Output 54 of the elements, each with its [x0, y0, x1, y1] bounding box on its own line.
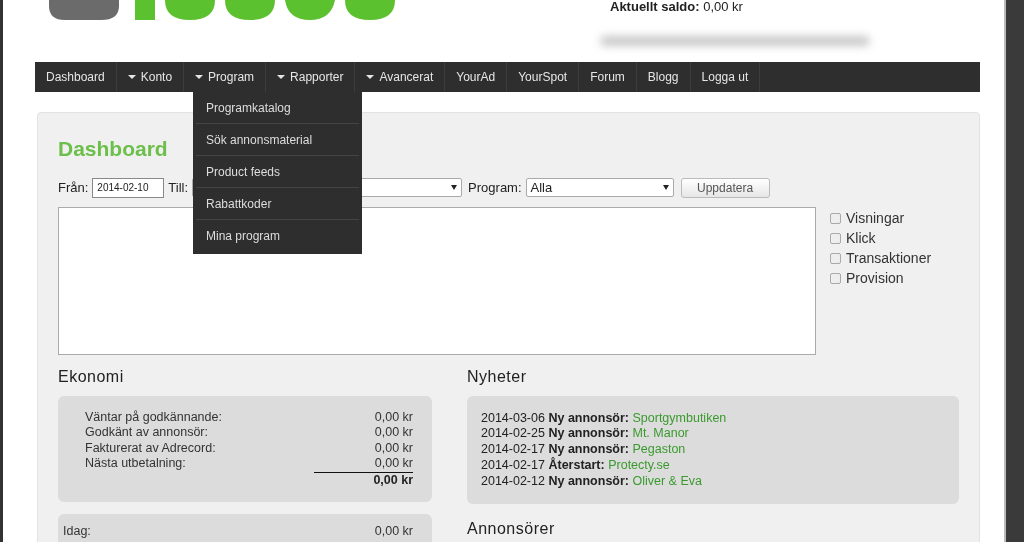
caret-icon: [277, 75, 286, 79]
section-heading: Annonsörer: [467, 519, 556, 538]
from-date-field[interactable]: 2014-02-10: [92, 177, 165, 198]
from-label: Från:: [58, 178, 89, 197]
nav-item[interactable]: Logga ut: [690, 62, 761, 92]
checkbox-label: Transaktioner: [846, 248, 932, 268]
summary-total: 0,00 kr: [373, 472, 413, 488]
nav-item[interactable]: Blogg: [636, 62, 691, 92]
nav-item[interactable]: YourAd: [445, 62, 508, 92]
news-item: 2014-03-06 Ny annonsör: Sportgymbutiken: [481, 410, 728, 427]
news-item: 2014-02-17 Återstart: Protecty.se: [481, 457, 671, 474]
section-heading: Nyheter: [467, 366, 528, 387]
summary-value: 0,00 kr: [374, 409, 413, 425]
checkbox[interactable]: [830, 212, 841, 224]
nav-item[interactable]: YourSpot: [507, 62, 580, 92]
nav-item[interactable]: Dashboard: [35, 62, 117, 92]
update-button[interactable]: Uppdatera: [680, 177, 770, 198]
nav-item[interactable]: Konto: [116, 62, 185, 92]
checkbox[interactable]: [830, 272, 841, 284]
program-select[interactable]: Alla: [525, 178, 674, 197]
summary-value: 0,00 kr: [374, 425, 413, 441]
checkbox[interactable]: [830, 232, 841, 244]
nav-item[interactable]: Forum: [579, 62, 637, 92]
balance-value: 0,00 kr: [703, 0, 743, 14]
news-item: 2014-02-17 Ny annonsör: Pegaston: [481, 442, 687, 457]
summary-value: 0,00 kr: [374, 440, 413, 456]
menu-item[interactable]: Sök annonsmaterial: [196, 124, 359, 156]
page-title: Dashboard: [58, 136, 168, 162]
summary-label: Nästa utbetalning:: [85, 456, 186, 472]
caret-icon: [662, 185, 669, 190]
program-label: Program:: [468, 178, 522, 197]
news-item: 2014-02-25 Ny annonsör: Mt. Manor: [481, 426, 690, 443]
checkbox-label: Provision: [846, 268, 904, 288]
menu-item[interactable]: Product feeds: [196, 156, 359, 188]
caret-icon: [366, 75, 375, 79]
caret-icon: [195, 75, 204, 79]
menu-item[interactable]: Programkatalog: [196, 92, 359, 124]
section-heading: Ekonomi: [58, 366, 125, 387]
summary-label: Väntar på godkännande:: [85, 409, 222, 425]
caret-icon: [127, 75, 136, 79]
till-label: Till:: [168, 178, 189, 197]
summary-value: 0,00 kr: [374, 523, 413, 540]
menu-item[interactable]: Rabattkoder: [196, 188, 359, 220]
summary-label: Godkänt av annonsör:: [85, 425, 208, 441]
summary-value: 0,00 kr: [314, 456, 413, 473]
caret-icon: [451, 185, 458, 190]
checkbox[interactable]: [830, 252, 841, 264]
news-item: 2014-02-12 Ny annonsör: Oliver & Eva: [481, 473, 703, 490]
menu-item[interactable]: Mina program: [196, 220, 359, 252]
summary-label: Idag:: [63, 523, 91, 540]
checkbox-label: Visningar: [846, 208, 905, 228]
summary-label: Fakturerat av Adrecord:: [85, 440, 216, 456]
balance-label: Aktuellt saldo:: [610, 0, 700, 14]
checkbox-label: Klick: [846, 228, 876, 248]
